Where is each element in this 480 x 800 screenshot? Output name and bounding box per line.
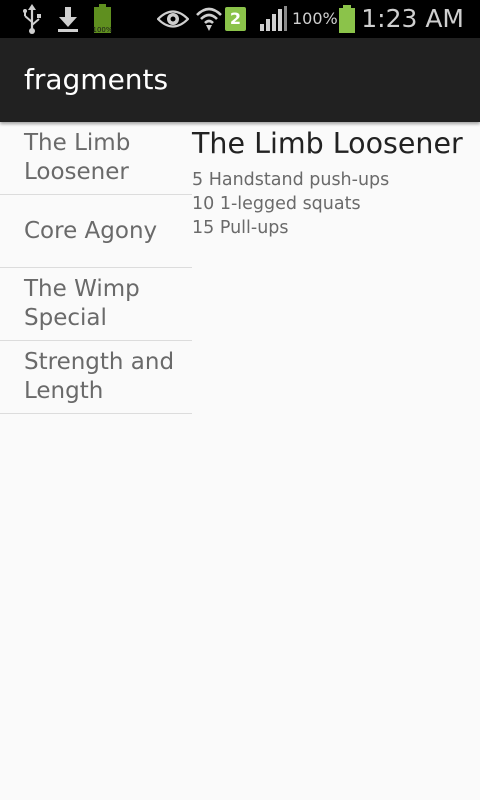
action-bar: fragments: [0, 38, 480, 122]
wifi-icon: [194, 0, 224, 38]
usb-icon: [20, 0, 44, 38]
list-item-limb-loosener[interactable]: The Limb Loosener: [0, 122, 192, 195]
eye-icon: [157, 0, 189, 38]
list-item-core-agony[interactable]: Core Agony: [0, 195, 192, 268]
list-item-wimp-special[interactable]: The Wimp Special: [0, 268, 192, 341]
detail-title: The Limb Loosener: [192, 127, 463, 160]
battery-icon: [336, 0, 358, 38]
workout-detail: The Limb Loosener 5 Handstand push-ups 1…: [192, 124, 480, 240]
battery-small-label: 100%: [92, 26, 112, 34]
list-item-label: The Limb Loosener: [24, 130, 131, 185]
exercise-line: 10 1-legged squats: [192, 194, 361, 214]
app-title: fragments: [24, 63, 169, 96]
workout-list: The Limb Loosener Core Agony The Wimp Sp…: [0, 122, 192, 414]
battery-full-small-icon: 100%: [90, 0, 118, 38]
download-icon: [56, 0, 80, 38]
status-bar: 100% 2 100% 1:23 AM: [0, 0, 480, 38]
notification-badge: 2: [225, 7, 246, 31]
list-item-label: Strength and Length: [24, 349, 175, 404]
list-item-label: Core Agony: [24, 217, 158, 244]
status-clock: 1:23 AM: [361, 4, 464, 33]
list-item-strength-and-length[interactable]: Strength and Length: [0, 341, 192, 414]
list-item-label: The Wimp Special: [24, 276, 140, 331]
signal-percent: 100%: [292, 9, 338, 28]
signal-icon: [258, 0, 288, 38]
exercise-line: 15 Pull-ups: [192, 218, 289, 238]
detail-exercises: 5 Handstand push-ups 10 1-legged squats …: [192, 168, 480, 240]
exercise-line: 5 Handstand push-ups: [192, 170, 390, 190]
